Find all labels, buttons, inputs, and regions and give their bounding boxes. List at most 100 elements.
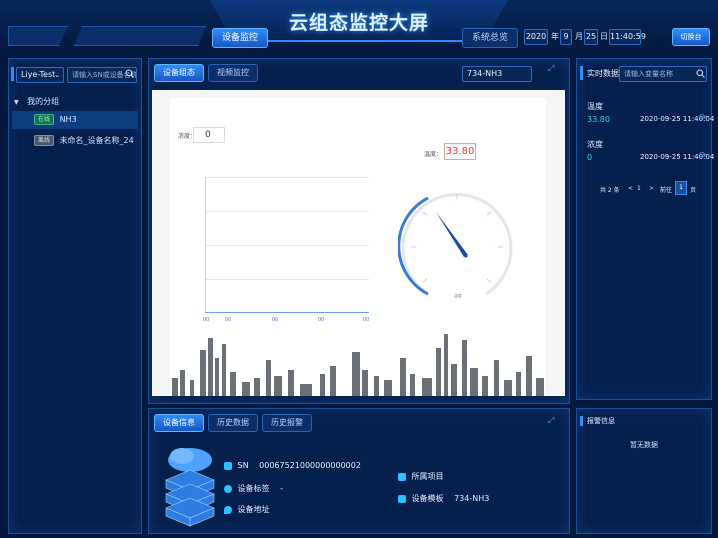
address-row: 设备地址 xyxy=(224,504,270,515)
variable-name: 浓度 xyxy=(587,140,603,149)
concentration-value: 0 xyxy=(193,127,225,143)
tag-icon xyxy=(224,484,232,493)
tab-label: 视频监控 xyxy=(217,68,249,77)
tab-system-overview[interactable]: 系统总览 xyxy=(462,28,518,48)
header-decoration-left xyxy=(8,26,68,46)
tree-item-nh3[interactable]: 在线 NH3 xyxy=(12,111,138,129)
tag-row: 设备标签 - xyxy=(224,483,283,494)
chevron-down-icon: ⌄ xyxy=(54,71,60,79)
date-day: 25 xyxy=(584,29,598,45)
x-tick-label: 00 xyxy=(225,317,232,323)
sn-icon xyxy=(224,461,232,470)
pagination-goto-input[interactable]: 1 xyxy=(675,181,687,195)
temperature-label: 温度： xyxy=(424,151,443,158)
x-tick-label: 00 xyxy=(363,317,370,323)
tab-label: 历史数据 xyxy=(217,418,249,427)
location-icon xyxy=(224,505,232,514)
expand-icon[interactable]: ⤢ xyxy=(548,64,554,74)
sn-row: SN 00067521000000000002 xyxy=(224,461,361,470)
gauge-label: 温度 xyxy=(454,293,462,298)
variable-search-placeholder: 请输入变量名称 xyxy=(624,70,673,78)
tab-device-monitor[interactable]: 设备监控 xyxy=(212,28,268,48)
pagination-goto-unit: 页 xyxy=(690,187,697,194)
x-tick-label: 00 xyxy=(272,317,279,323)
caret-down-icon: ▼ xyxy=(14,99,19,106)
date-month-unit: 月 xyxy=(575,32,583,41)
panel-accent-bar xyxy=(580,66,583,80)
chart-gridline xyxy=(205,245,369,246)
project-row: 所属项目 xyxy=(398,471,444,482)
search-icon[interactable] xyxy=(696,69,705,78)
tree-item-label: NH3 xyxy=(59,115,77,124)
temperature-gauge: · · · · · xyxy=(397,166,516,306)
variable-search-input[interactable]: 请输入变量名称 xyxy=(619,66,707,82)
alarm-title: 报警信息 xyxy=(587,417,615,425)
tab-label: 系统总览 xyxy=(471,33,508,43)
refresh-icon[interactable]: ⟳ xyxy=(699,151,707,161)
search-icon[interactable] xyxy=(125,69,134,78)
tree-item-unnamed[interactable]: 离线 未命名_设备名称_24 xyxy=(12,132,138,150)
address-label: 设备地址 xyxy=(237,505,270,514)
pagination-total: 共 2 条 xyxy=(600,187,620,194)
variable-name: 温度 xyxy=(587,102,603,111)
refresh-icon[interactable]: ⟳ xyxy=(699,113,707,123)
tab-device-config[interactable]: 设备组态 xyxy=(154,64,204,82)
pagination-goto-label: 前往 xyxy=(660,187,673,194)
tree-item-label: 未命名_设备名称_24 xyxy=(59,136,134,145)
project-label: 所属项目 xyxy=(411,472,444,481)
header-decoration-left-2 xyxy=(74,26,206,46)
device-name-field[interactable]: 734-NH3 xyxy=(462,66,532,82)
city-skyline-image xyxy=(170,330,546,396)
tab-history-alarm[interactable]: 历史报警 xyxy=(262,414,312,432)
date-year: 2020 xyxy=(524,29,548,45)
status-badge: 离线 xyxy=(34,135,55,146)
tab-label: 历史报警 xyxy=(271,418,303,427)
template-icon xyxy=(398,494,406,503)
realtime-title: 实时数据 xyxy=(587,69,619,78)
svg-text:·: · xyxy=(420,245,421,249)
device-illustration xyxy=(160,446,220,528)
chart-gridline xyxy=(205,279,369,280)
group-select-value: Liye-Test xyxy=(21,70,56,79)
group-select[interactable]: Liye-Test ⌄ xyxy=(16,67,64,83)
tree-group[interactable]: ▼ 我的分组 xyxy=(14,94,138,110)
pagination-prev-button[interactable]: < xyxy=(628,185,633,192)
tab-history-data[interactable]: 历史数据 xyxy=(208,414,258,432)
variable-value: 33.80 xyxy=(587,115,610,124)
status-badge: 在线 xyxy=(34,114,55,125)
alarm-empty-text: 暂无数据 xyxy=(630,441,658,449)
project-icon xyxy=(398,472,406,481)
x-tick-label: 00 xyxy=(203,317,210,323)
tree-group-label: 我的分组 xyxy=(27,97,60,106)
tab-device-info[interactable]: 设备信息 xyxy=(154,414,204,432)
chart-y-axis xyxy=(205,177,206,312)
svg-text:·: · xyxy=(455,202,456,206)
svg-text:·: · xyxy=(431,218,432,222)
chart-x-axis xyxy=(205,312,369,313)
tab-video-monitor[interactable]: 视频监控 xyxy=(208,64,258,82)
tag-value: - xyxy=(280,484,283,493)
tab-label: 设备组态 xyxy=(163,68,195,77)
chart-gridline xyxy=(205,211,369,212)
alarm-panel xyxy=(576,408,712,534)
chart-gridline xyxy=(205,177,369,178)
device-tree-panel xyxy=(8,58,142,534)
pagination-next-button[interactable]: > xyxy=(649,185,654,192)
template-row: 设备模板 734-NH3 xyxy=(398,493,489,504)
variable-value: 0 xyxy=(587,153,593,162)
template-value: 734-NH3 xyxy=(454,494,490,503)
tab-label: 设备信息 xyxy=(163,418,195,427)
temperature-value: 33.80 xyxy=(444,143,476,160)
sn-value: 00067521000000000002 xyxy=(259,461,361,470)
tab-label: 设备监控 xyxy=(221,33,258,43)
tag-label: 设备标签 xyxy=(237,484,270,493)
switch-button-label: 切换台 xyxy=(680,33,702,41)
pagination-page-button[interactable]: 1 xyxy=(637,185,641,192)
date-year-unit: 年 xyxy=(551,32,559,41)
expand-icon[interactable]: ⤢ xyxy=(548,416,554,426)
svg-text:·: · xyxy=(481,218,482,222)
switch-button[interactable]: 切换台 xyxy=(672,28,710,46)
date-time: 11:40:59 xyxy=(609,29,646,45)
date-day-unit: 日 xyxy=(600,32,608,41)
trend-chart xyxy=(205,177,369,315)
